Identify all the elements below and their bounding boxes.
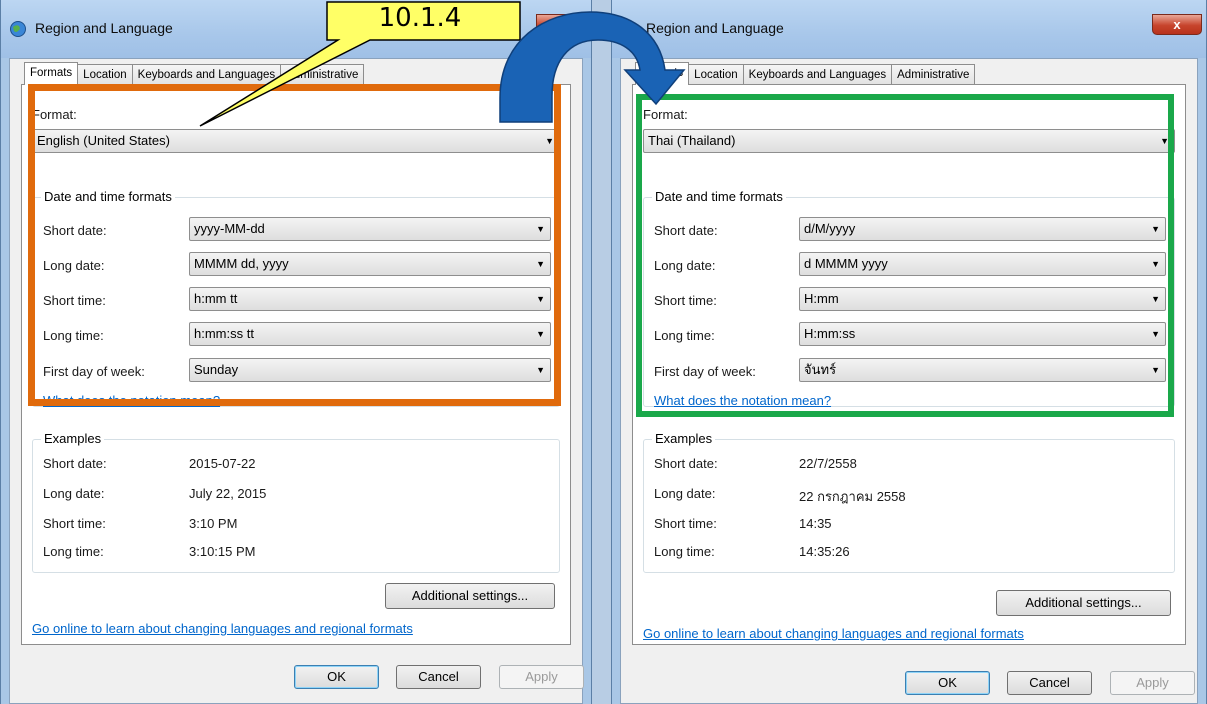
curved-arrow-icon xyxy=(499,11,686,123)
annotation-layer xyxy=(199,1,686,127)
callout-label: 10.1.4 xyxy=(378,3,462,33)
